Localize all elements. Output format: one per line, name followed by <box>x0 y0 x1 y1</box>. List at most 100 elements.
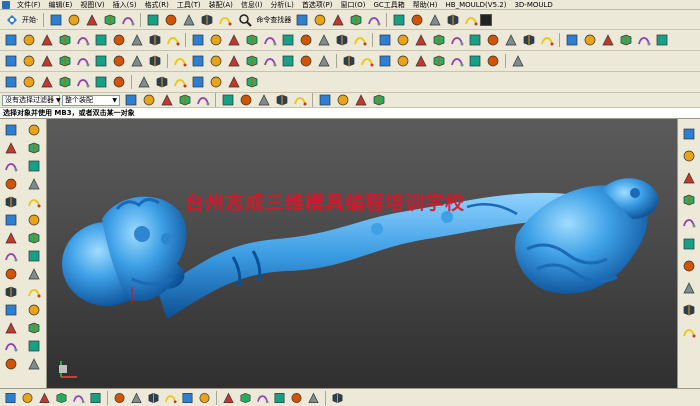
undo-icon[interactable] <box>146 13 160 27</box>
menu-help[interactable]: 帮助(H) <box>409 0 442 10</box>
through-mesh-icon[interactable] <box>22 54 36 68</box>
drill-icon[interactable] <box>245 75 259 89</box>
line-icon[interactable] <box>4 33 18 47</box>
hole-icon[interactable] <box>227 33 241 47</box>
create-program-icon[interactable] <box>22 75 36 89</box>
polygon-icon[interactable] <box>130 33 144 47</box>
point-midpoint-icon[interactable] <box>239 93 253 107</box>
snapshot-icon[interactable] <box>331 391 344 404</box>
point-quadrant-icon[interactable] <box>318 93 332 107</box>
pan-icon[interactable] <box>331 13 345 27</box>
web-browser-icon[interactable] <box>2 176 20 192</box>
create-tool-icon[interactable] <box>40 75 54 89</box>
history-mode-icon[interactable] <box>25 176 43 192</box>
edge-select-icon[interactable] <box>196 93 210 107</box>
create-geometry-icon[interactable] <box>58 75 72 89</box>
menu-assembly[interactable]: 装配(A) <box>205 0 237 10</box>
menu-analysis[interactable]: 分析(L) <box>266 0 297 10</box>
sweep-guide-icon[interactable] <box>2 338 20 354</box>
point-center-icon[interactable] <box>293 93 307 107</box>
join-curve-icon[interactable] <box>227 54 241 68</box>
menu-insert[interactable]: 插入(S) <box>109 0 141 10</box>
menu-tools[interactable]: 工具(T) <box>173 0 205 10</box>
split-body-icon[interactable] <box>414 33 428 47</box>
fit-view-icon[interactable] <box>218 13 232 27</box>
sphere-icon[interactable] <box>25 230 43 246</box>
zoom-icon[interactable] <box>295 13 309 27</box>
role-icon[interactable] <box>2 158 20 174</box>
shaded-icon[interactable] <box>200 13 214 27</box>
point-endpoint-icon[interactable] <box>221 93 235 107</box>
render-style-icon[interactable] <box>367 13 381 27</box>
offset-curve-icon[interactable] <box>342 54 356 68</box>
face-select-icon[interactable] <box>178 93 192 107</box>
generate-path-icon[interactable] <box>112 75 126 89</box>
extrude-icon[interactable] <box>191 33 205 47</box>
var-blend-icon[interactable] <box>2 302 20 318</box>
ellipse-icon[interactable] <box>148 33 162 47</box>
wireframe-icon[interactable] <box>182 13 196 27</box>
light-icon[interactable] <box>256 391 269 404</box>
soft-blend-icon[interactable] <box>25 284 43 300</box>
menu-format[interactable]: 格式(R) <box>141 0 173 10</box>
point-intersection-icon[interactable] <box>275 93 289 107</box>
spline-icon[interactable] <box>58 33 72 47</box>
deselect-icon[interactable] <box>142 93 156 107</box>
intersect-curve-icon[interactable] <box>263 54 277 68</box>
fixed-contour-icon[interactable] <box>191 75 205 89</box>
subtract-icon[interactable] <box>353 33 367 47</box>
draft-icon[interactable] <box>486 33 500 47</box>
block-icon[interactable] <box>2 212 20 228</box>
blend-icon[interactable] <box>2 356 20 372</box>
cone-icon[interactable] <box>2 230 20 246</box>
analysis-icon[interactable] <box>307 391 320 404</box>
clipping-icon[interactable] <box>147 391 160 404</box>
graphics-window[interactable]: 台州志成三维模具编程培训学校 <box>47 119 677 388</box>
reuse-icon[interactable] <box>25 140 43 156</box>
process-icon[interactable] <box>25 194 43 210</box>
isoparametric-icon[interactable] <box>299 54 313 68</box>
datum-axis-icon[interactable] <box>637 33 651 47</box>
offset-surface-icon[interactable] <box>191 54 205 68</box>
create-method-icon[interactable] <box>76 75 90 89</box>
palette-icon[interactable] <box>681 170 697 186</box>
assembly-icon[interactable] <box>25 122 43 138</box>
point-control-icon[interactable] <box>257 93 271 107</box>
point-set-icon[interactable] <box>94 33 108 47</box>
corner-icon[interactable] <box>25 302 43 318</box>
tube-icon[interactable] <box>2 248 20 264</box>
core-cavity-icon[interactable] <box>486 54 500 68</box>
draft-body-icon[interactable] <box>2 320 20 336</box>
start-button[interactable]: 开始· <box>4 14 38 26</box>
project-curve-icon[interactable] <box>245 54 259 68</box>
web-icon[interactable] <box>681 214 697 230</box>
menu-3d-mould[interactable]: 3D-MOULD <box>510 0 556 10</box>
text-icon[interactable] <box>166 33 180 47</box>
menu-window[interactable]: 窗口(O) <box>337 0 370 10</box>
roles-icon[interactable] <box>681 258 697 274</box>
combine-curve-icon[interactable] <box>378 54 392 68</box>
mold-wizard-icon[interactable] <box>450 54 464 68</box>
color-icon[interactable] <box>410 13 424 27</box>
shading-icon[interactable] <box>681 236 697 252</box>
select-icon[interactable] <box>4 391 17 404</box>
materials-icon[interactable] <box>681 280 697 296</box>
feature-select-icon[interactable] <box>160 93 174 107</box>
extension-icon[interactable] <box>148 54 162 68</box>
studio-surface-icon[interactable] <box>130 54 144 68</box>
point-on-curve-icon[interactable] <box>354 93 368 107</box>
face-blend-icon[interactable] <box>2 284 20 300</box>
hide-icon[interactable] <box>446 13 460 27</box>
menu-hb-mould[interactable]: HB_MOULD(V5.2) <box>442 0 511 10</box>
curve-rule-icon[interactable] <box>38 391 51 404</box>
circle-icon[interactable] <box>40 33 54 47</box>
menu-preferences[interactable]: 首选项(P) <box>298 0 337 10</box>
point-icon[interactable] <box>76 33 90 47</box>
pad-icon[interactable] <box>281 33 295 47</box>
save-icon[interactable] <box>67 13 81 27</box>
cavity-mill-icon[interactable] <box>209 75 223 89</box>
system-materials-icon[interactable] <box>25 158 43 174</box>
layer-icon[interactable] <box>392 13 406 27</box>
extract-icon[interactable] <box>432 54 446 68</box>
zlevel-icon[interactable] <box>227 75 241 89</box>
